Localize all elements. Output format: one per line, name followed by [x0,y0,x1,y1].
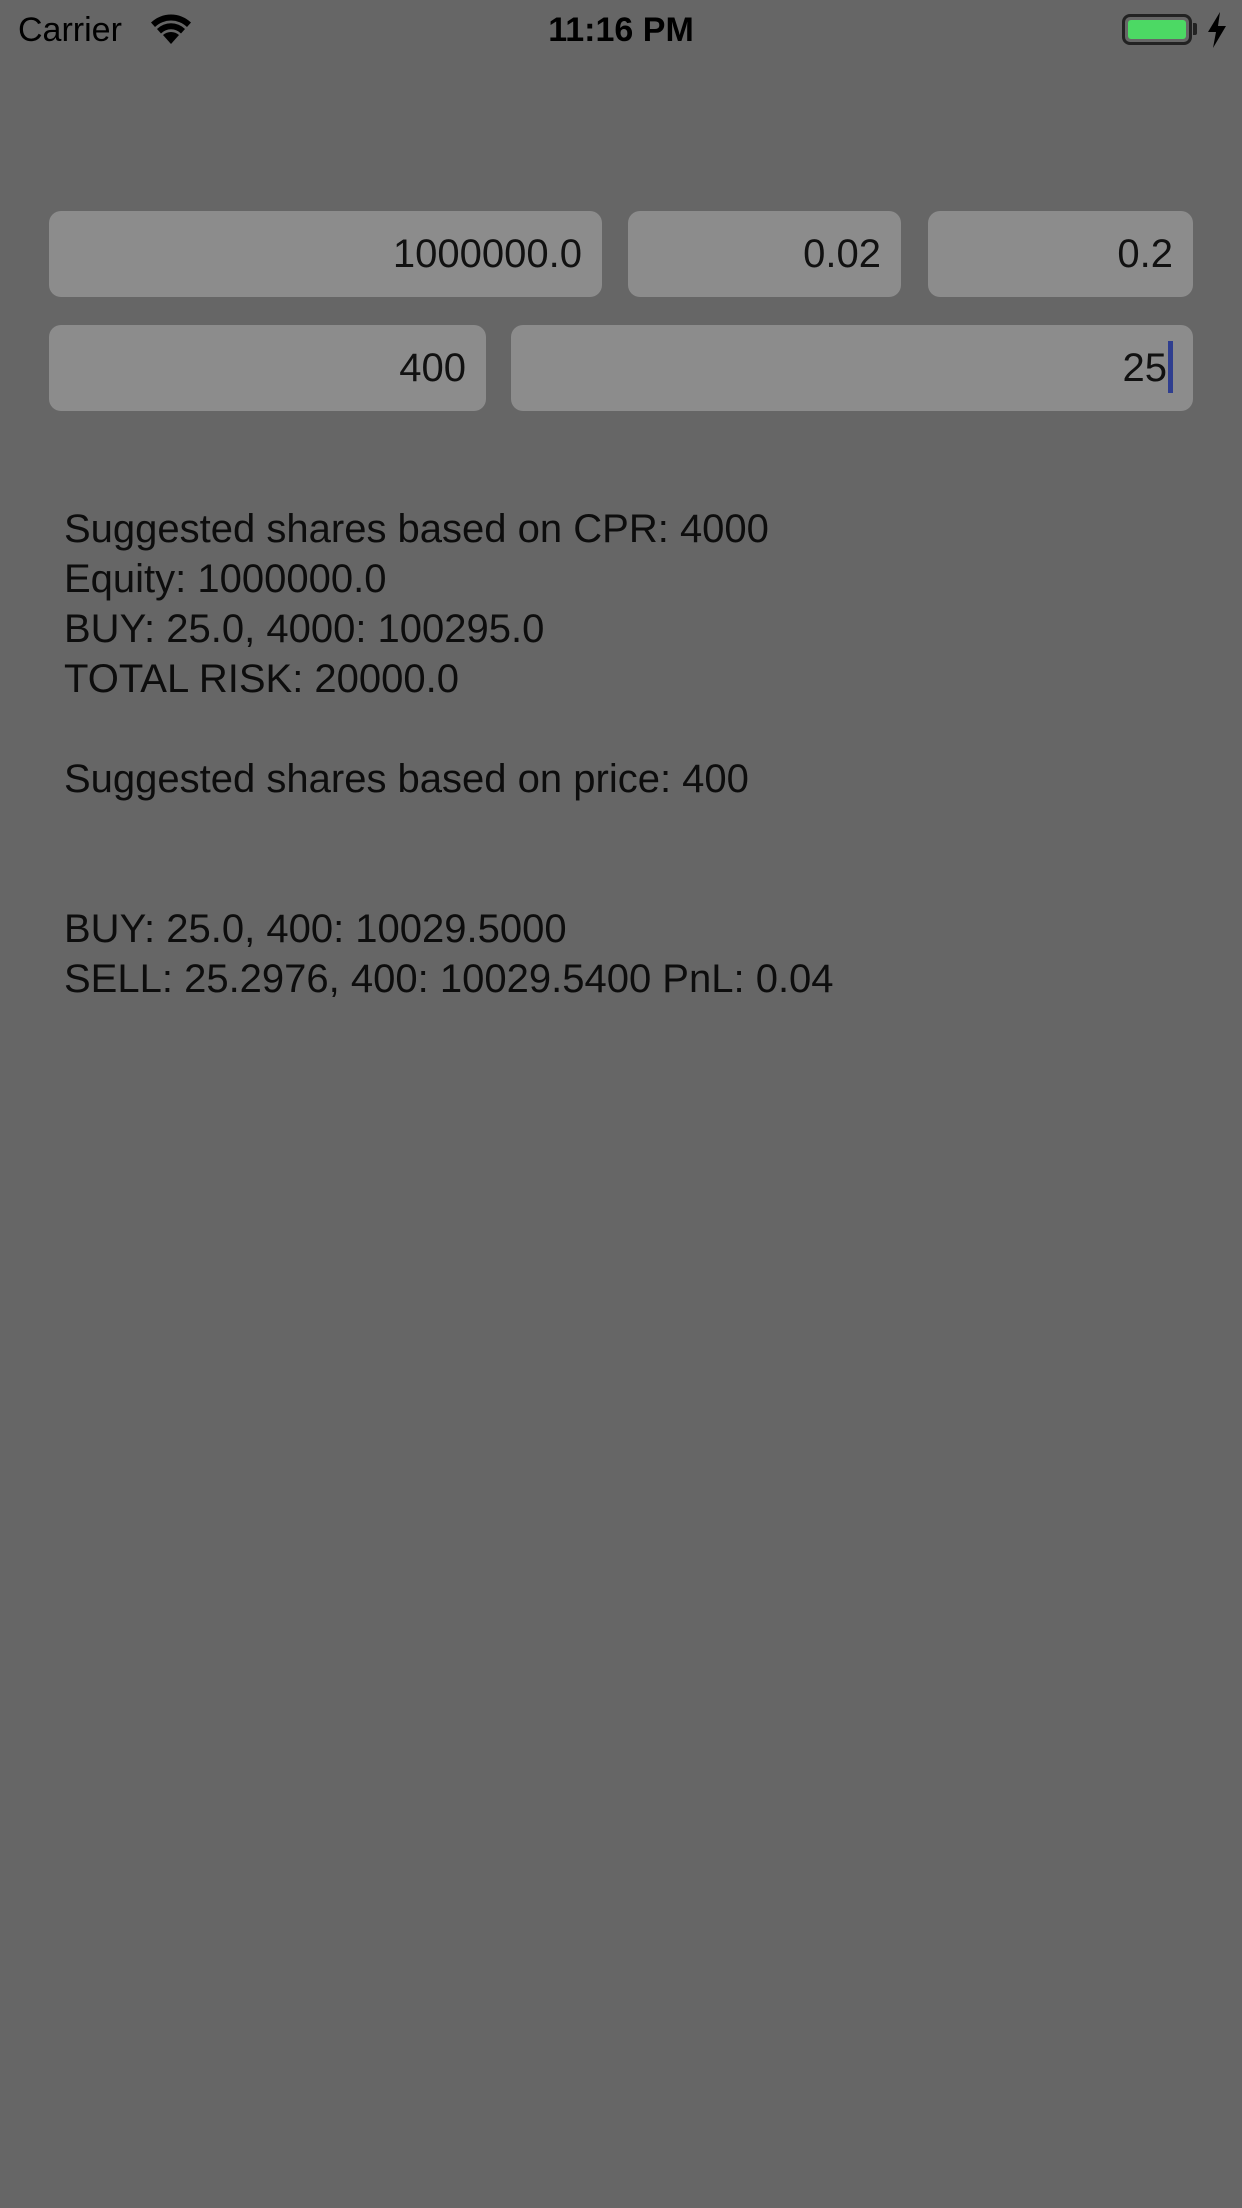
sell-text: SELL: 25.2976, 400: 10029.5400 PnL: 0.04 [64,957,834,1001]
risk-field[interactable]: 0.02 [628,211,901,297]
percent-value: 0.2 [1117,232,1173,276]
shares-field[interactable]: 25 [511,325,1193,411]
buy-price-text: BUY: 25.0, 400: 10029.5000 [64,907,567,951]
price-value: 400 [399,346,466,390]
charging-bolt-icon [1208,12,1226,48]
status-time: 11:16 PM [548,11,694,49]
battery-cap [1193,23,1197,35]
total-risk-text: TOTAL RISK: 20000.0 [64,657,460,701]
battery-icon [1122,14,1192,45]
status-bar: Carrier 11:16 PM [0,0,1242,60]
results-panel: Suggested shares based on CPR: 4000 Equi… [64,504,1184,1004]
cpr-shares-text: Suggested shares based on CPR: 4000 [64,507,769,551]
buy-cpr-text: BUY: 25.0, 4000: 100295.0 [64,607,545,651]
equity-value: 1000000.0 [392,232,582,276]
battery-level [1128,20,1186,39]
price-shares-text: Suggested shares based on price: 400 [64,757,749,801]
text-cursor [1168,341,1173,394]
price-field[interactable]: 400 [49,325,486,411]
equity-text: Equity: 1000000.0 [64,557,387,601]
risk-value: 0.02 [803,232,881,276]
equity-field[interactable]: 1000000.0 [49,211,602,297]
shares-value: 25 [1122,346,1168,390]
percent-field[interactable]: 0.2 [928,211,1193,297]
